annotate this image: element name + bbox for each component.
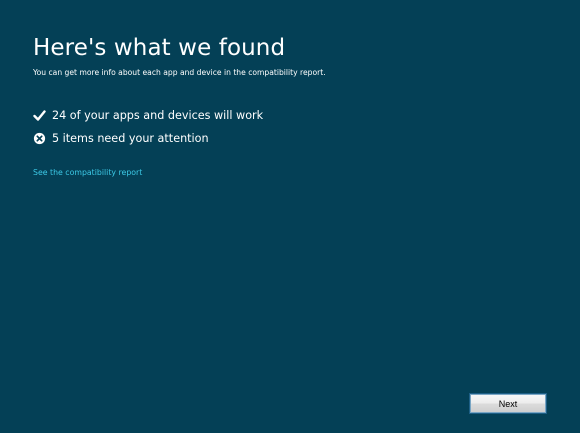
result-items-attention: 5 items need your attention (33, 132, 209, 145)
error-circle-icon (33, 132, 46, 145)
page-subtitle: You can get more info about each app and… (33, 68, 326, 77)
result-apps-work-text: 24 of your apps and devices will work (52, 109, 264, 122)
result-items-attention-text: 5 items need your attention (52, 132, 209, 145)
next-button[interactable]: Next (469, 393, 547, 414)
next-button-label: Next (498, 398, 518, 409)
result-apps-work: 24 of your apps and devices will work (33, 109, 263, 122)
compatibility-report-link[interactable]: See the compatibility report (33, 168, 142, 177)
checkmark-icon (33, 109, 46, 122)
page-title: Here's what we found (33, 35, 286, 61)
